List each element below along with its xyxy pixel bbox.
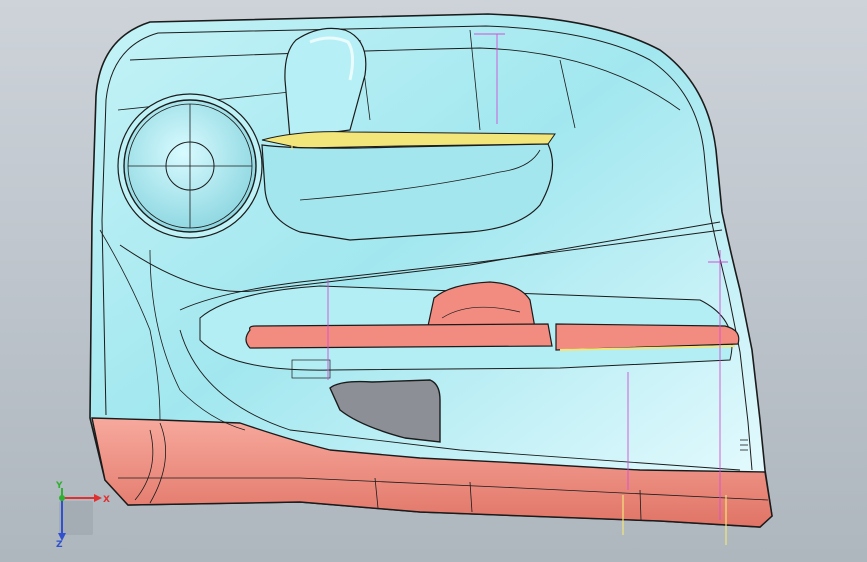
- triad-x-label: X: [103, 495, 110, 505]
- graphics-viewport[interactable]: Y X Z: [0, 0, 867, 562]
- door-panel-model[interactable]: [0, 0, 867, 562]
- speaker-grille[interactable]: [117, 93, 263, 239]
- armrest-left[interactable]: [245, 323, 553, 349]
- triad-y-label: Y: [55, 481, 63, 491]
- coordinate-triad: Y X Z: [55, 481, 110, 548]
- triad-z-label: Z: [56, 540, 63, 548]
